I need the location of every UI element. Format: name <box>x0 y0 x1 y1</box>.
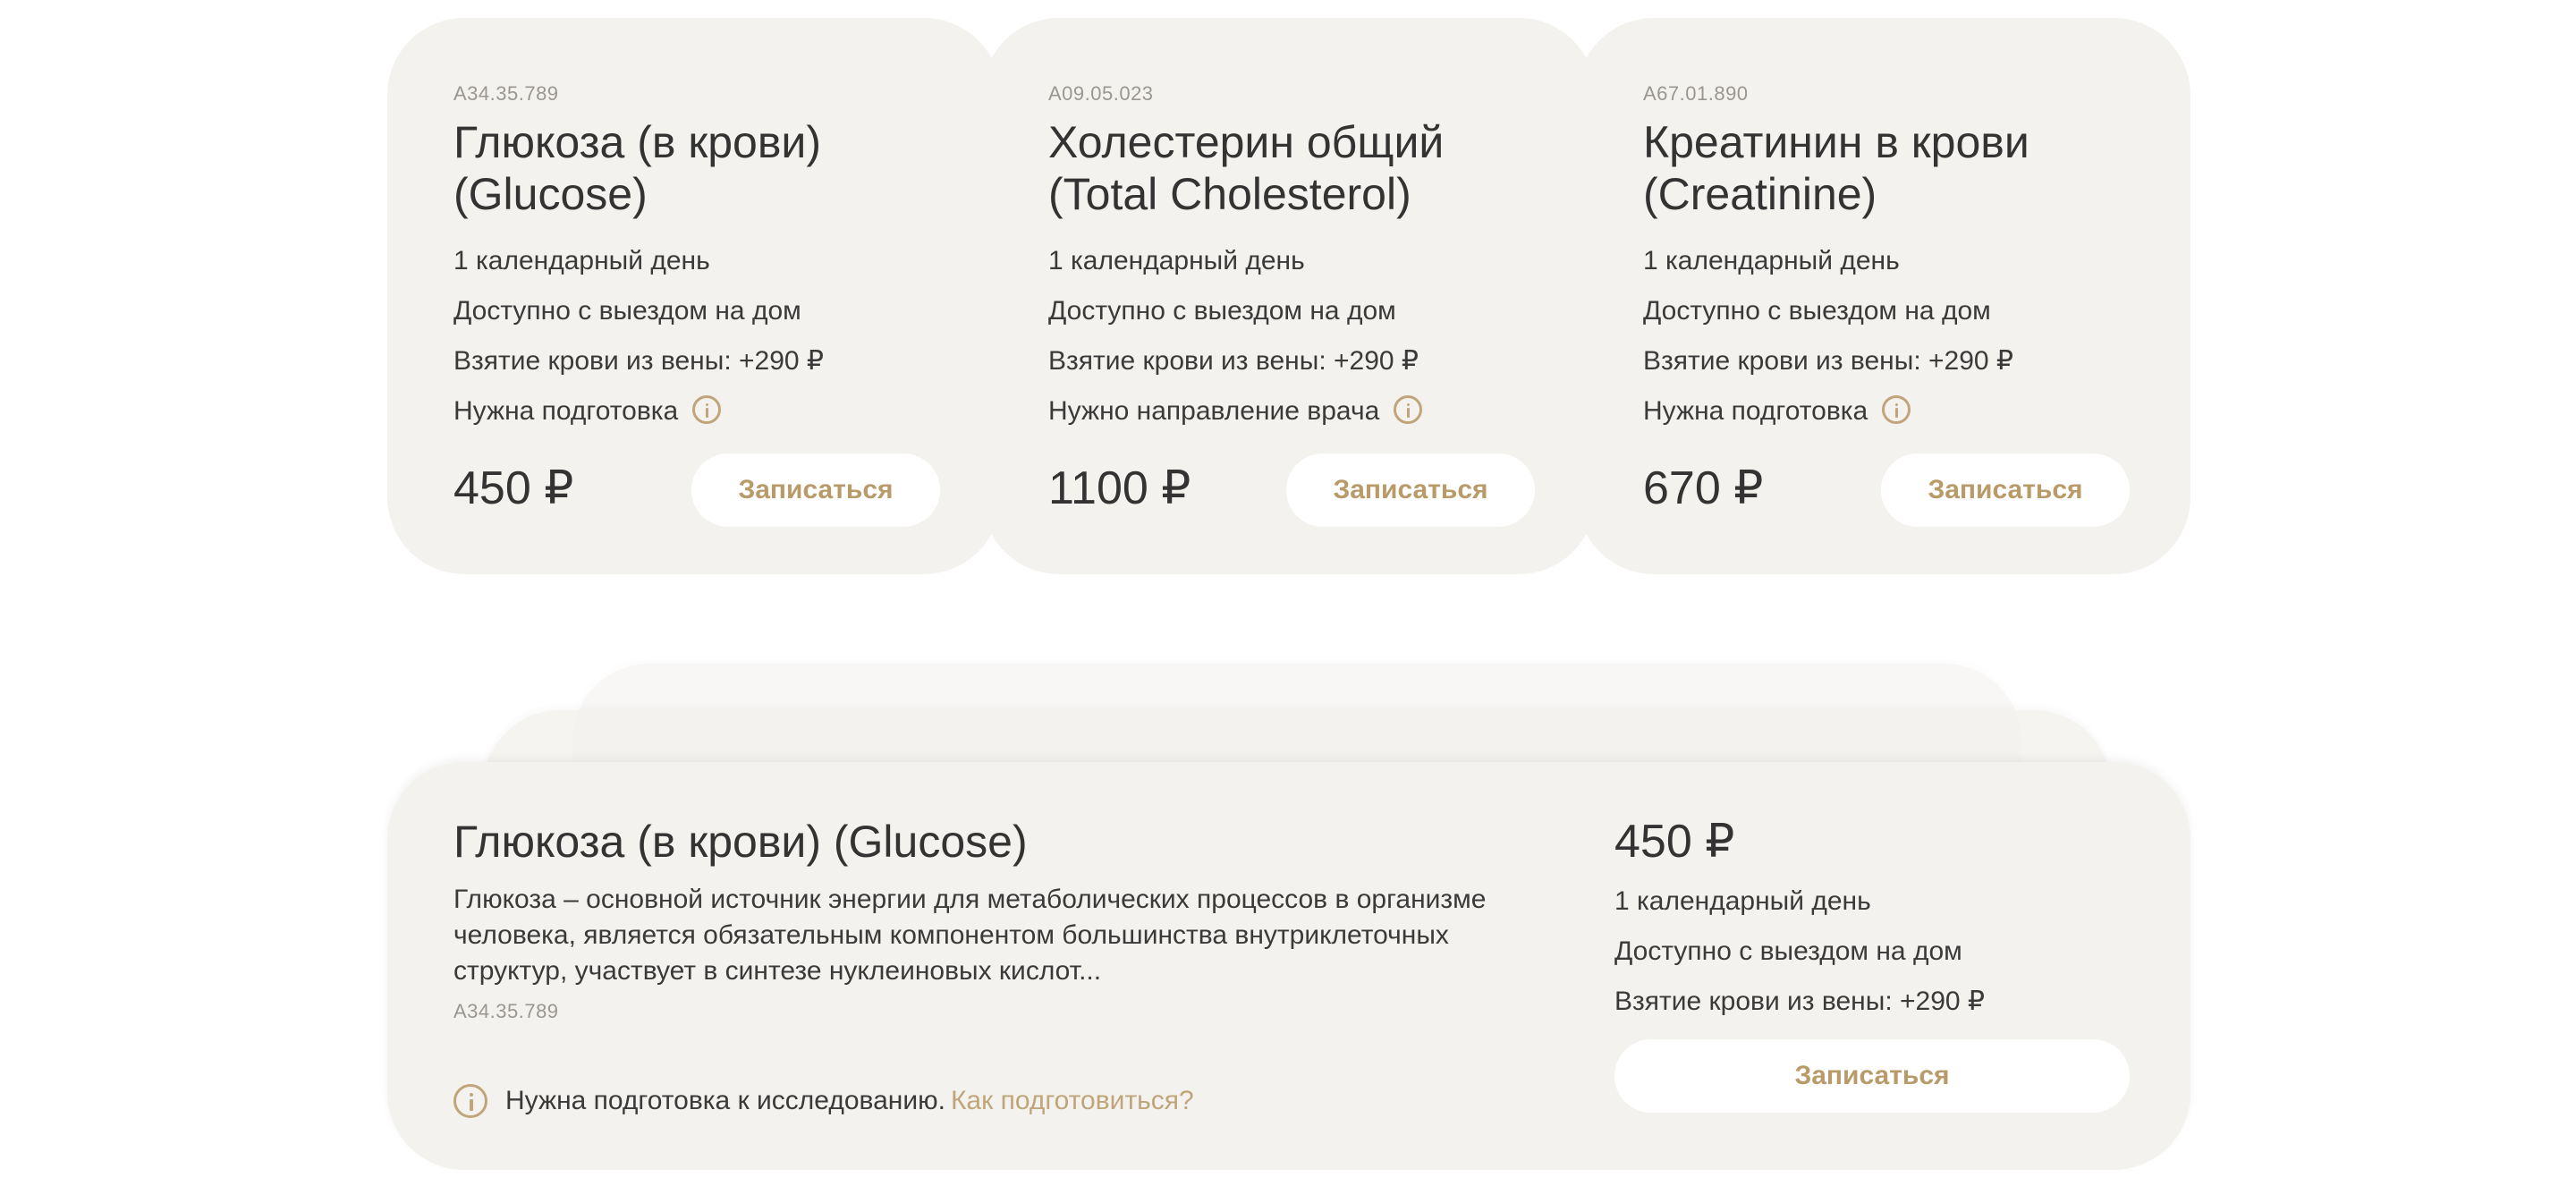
preparation-note: Нужна подготовка <box>1643 395 2190 428</box>
test-title-line1: Глюкоза (в крови) <box>453 117 821 167</box>
preparation-note: Нужна подготовка <box>453 395 1001 428</box>
test-title-line1: Креатинин в крови <box>1643 117 2029 167</box>
info-icon[interactable] <box>1882 395 1911 425</box>
test-title-line1: Холестерин общий <box>1048 117 1445 167</box>
blood-draw-text: Взятие крови из вены: +290 ₽ <box>1048 346 1419 376</box>
price: 450 ₽ <box>453 462 574 514</box>
detail-description: Глюкоза – основной источник энергии для … <box>453 885 1487 986</box>
preparation-label: Нужна подготовка <box>1643 396 1868 426</box>
book-button[interactable]: Записаться <box>691 453 940 527</box>
blood-draw-text: Взятие крови из вены: +290 ₽ <box>1614 987 1985 1016</box>
info-icon[interactable] <box>692 395 722 425</box>
info-icon[interactable] <box>1394 395 1423 425</box>
page: A34.35.789 Глюкоза (в крови) (Glucose) 1… <box>0 0 2576 1186</box>
test-title-line2: (Glucose) <box>453 169 648 219</box>
price: 1100 ₽ <box>1048 462 1191 514</box>
detail-title: Глюкоза (в крови) (Glucose) <box>453 817 1028 867</box>
test-code: A67.01.890 <box>1643 82 1749 105</box>
how-to-prepare-link[interactable]: Как подготовиться? <box>951 1086 1194 1116</box>
book-button[interactable]: Записаться <box>1286 453 1535 527</box>
price: 670 ₽ <box>1643 462 1764 514</box>
test-code: A34.35.789 <box>453 82 559 105</box>
test-card-cholesterol[interactable]: A09.05.023 Холестерин общий (Total Chole… <box>982 18 1596 574</box>
duration-text: 1 календарный день <box>1643 246 1900 275</box>
test-title-line2: (Total Cholesterol) <box>1048 169 1411 219</box>
test-card-creatinine[interactable]: A67.01.890 Креатинин в крови (Creatinine… <box>1577 18 2190 574</box>
test-title: Креатинин в крови (Creatinine) <box>1643 116 2190 220</box>
detail-info: Глюкоза (в крови) (Glucose) Глюкоза – ос… <box>453 816 1509 1021</box>
test-code: A09.05.023 <box>1048 82 1154 105</box>
test-detail-card[interactable]: Глюкоза (в крови) (Glucose) Глюкоза – ос… <box>387 762 2190 1170</box>
home-visit-text: Доступно с выездом на дом <box>1048 296 1396 326</box>
blood-draw-text: Взятие крови из вены: +290 ₽ <box>453 346 824 376</box>
book-button[interactable]: Записаться <box>1881 453 2130 527</box>
referral-note: Нужно направление врача <box>1048 395 1596 428</box>
preparation-text: Нужна подготовка к исследованию. <box>505 1086 945 1115</box>
duration-text: 1 календарный день <box>1048 246 1305 275</box>
home-visit-text: Доступно с выездом на дом <box>453 296 801 326</box>
test-title: Холестерин общий (Total Cholesterol) <box>1048 116 1596 220</box>
preparation-notice: Нужна подготовка к исследованию. Как под… <box>453 1084 1194 1118</box>
blood-draw-text: Взятие крови из вены: +290 ₽ <box>1643 346 2013 376</box>
duration-text: 1 календарный день <box>1614 886 1871 916</box>
home-visit-text: Доступно с выездом на дом <box>1643 296 1991 326</box>
preparation-label: Нужна подготовка <box>453 396 679 426</box>
referral-label: Нужно направление врача <box>1048 396 1380 426</box>
test-title: Глюкоза (в крови) (Glucose) <box>453 116 1001 220</box>
test-card-glucose[interactable]: A34.35.789 Глюкоза (в крови) (Glucose) 1… <box>387 18 1001 574</box>
info-icon <box>453 1084 487 1118</box>
detail-price: 450 ₽ <box>1614 816 1735 868</box>
test-title-line2: (Creatinine) <box>1643 169 1877 219</box>
detail-summary: 450 ₽ 1 календарный день Доступно с выез… <box>1614 816 2130 1018</box>
book-button[interactable]: Записаться <box>1614 1039 2130 1113</box>
detail-code: A34.35.789 <box>453 1000 559 1022</box>
home-visit-text: Доступно с выездом на дом <box>1614 936 1962 966</box>
duration-text: 1 календарный день <box>453 246 710 275</box>
